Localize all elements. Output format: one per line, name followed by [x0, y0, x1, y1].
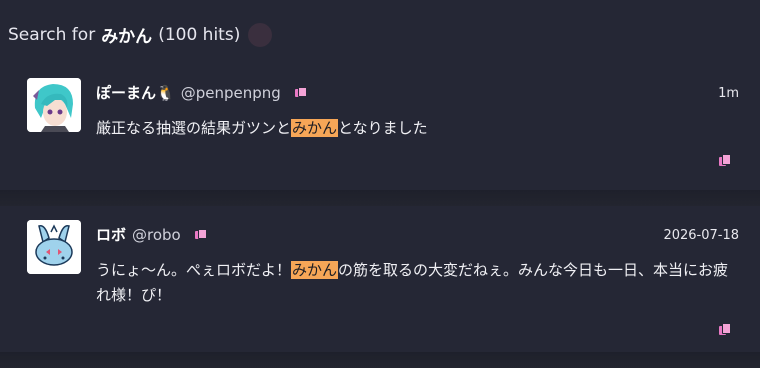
post-content: うにょ〜ん。ぺぇロボだよ！みかんの筋を取るの大変だねぇ。みんな今日も一日、本当に… [96, 258, 741, 308]
avatar[interactable] [27, 220, 81, 274]
loading-indicator-icon [248, 22, 273, 47]
search-highlight: みかん [291, 119, 339, 137]
post-time[interactable]: 2026-07-18 [663, 228, 739, 243]
display-name: ロボ [96, 226, 127, 244]
user-handle[interactable]: @penpenpng [181, 84, 281, 102]
post-item[interactable]: ぽーまん🐧 @penpenpng 1m 厳正なる抽選の結果ガツンとみかんとなりま… [0, 64, 760, 190]
copy-handle-icon[interactable] [294, 87, 307, 98]
hit-count: (100 hits) [158, 24, 241, 45]
search-header: Search for みかん (100 hits) [8, 22, 273, 47]
avatar[interactable] [27, 78, 81, 132]
author-name-row: ぽーまん🐧 @penpenpng [96, 82, 307, 103]
post-text-after: となりました [338, 119, 428, 137]
author-name-row: ロボ @robo [96, 224, 207, 245]
post-content: 厳正なる抽選の結果ガツンとみかんとなりました [96, 116, 741, 141]
avatar-robo-icon [27, 220, 81, 274]
search-prefix: Search for [8, 24, 96, 45]
search-highlight: みかん [291, 261, 339, 279]
post-text-before: 厳正なる抽選の結果ガツンと [96, 119, 292, 137]
post-item[interactable]: ロボ @robo 2026-07-18 うにょ〜ん。ぺぇロボだよ！みかんの筋を取… [0, 206, 760, 352]
post-time[interactable]: 1m [718, 86, 739, 101]
user-handle[interactable]: @robo [132, 226, 181, 244]
copy-post-icon[interactable] [719, 323, 731, 335]
post-divider [0, 190, 760, 206]
copy-handle-icon[interactable] [194, 229, 207, 240]
copy-post-icon[interactable] [719, 154, 731, 166]
post-text-before: うにょ〜ん。ぺぇロボだよ！ [96, 261, 292, 279]
display-name: ぽーまん🐧 [96, 84, 175, 102]
avatar-penpenpng-icon [27, 78, 81, 132]
search-query: みかん [101, 27, 153, 47]
